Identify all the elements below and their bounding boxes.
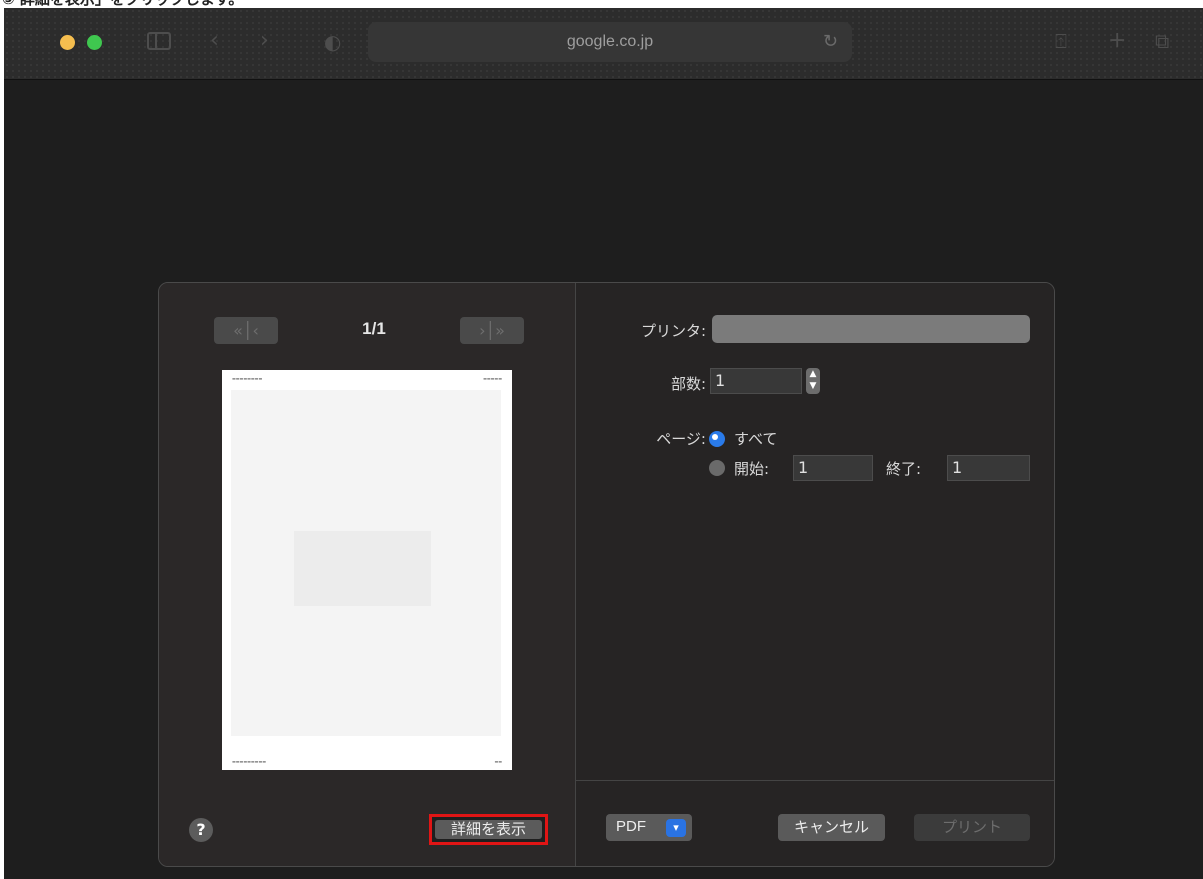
page-preview: ▬▬▬▬▬▬▬▬ ▬▬▬▬▬ ▬▬▬▬▬▬▬▬▬ ▬▬	[222, 370, 512, 770]
preview-content	[231, 390, 501, 736]
share-icon[interactable]: ⍐	[1055, 30, 1067, 52]
copies-stepper[interactable]: ▲ ▼	[806, 368, 820, 394]
show-details-button[interactable]: 詳細を表示	[435, 820, 542, 839]
browser-toolbar: ‹ › ◐ google.co.jp ↻ ⍐ + ⧉	[4, 8, 1203, 80]
address-bar[interactable]: google.co.jp ↻	[368, 22, 852, 62]
url-text: google.co.jp	[566, 33, 654, 50]
preview-pane: «│‹ 1/1 ›│» ▬▬▬▬▬▬▬▬ ▬▬▬▬▬ ▬▬▬▬▬▬▬▬▬ ▬▬ ? …	[159, 283, 576, 866]
new-tab-icon[interactable]: +	[1108, 30, 1126, 52]
pdf-menu-button[interactable]: PDF ▾	[606, 814, 692, 841]
minimize-button[interactable]	[60, 35, 75, 50]
show-details-highlight: 詳細を表示	[429, 814, 548, 845]
printer-label: プリンタ:	[640, 322, 706, 340]
chevron-down-icon: ▾	[666, 819, 686, 837]
cancel-button[interactable]: キャンセル	[778, 814, 885, 841]
forward-icon[interactable]: ›	[260, 30, 269, 52]
page-indicator: 1/1	[362, 319, 386, 338]
first-prev-page-button[interactable]: «│‹	[214, 317, 278, 344]
print-button[interactable]: プリント	[914, 814, 1030, 841]
print-dialog: «│‹ 1/1 ›│» ▬▬▬▬▬▬▬▬ ▬▬▬▬▬ ▬▬▬▬▬▬▬▬▬ ▬▬ ? …	[158, 282, 1055, 867]
preview-image	[294, 531, 431, 606]
copies-label: 部数:	[670, 375, 706, 393]
pdf-label: PDF	[616, 818, 646, 835]
start-label: 開始:	[734, 460, 770, 478]
printer-select[interactable]	[712, 315, 1030, 343]
help-button[interactable]: ?	[189, 818, 213, 842]
pages-all-label: すべて	[734, 430, 778, 448]
reload-icon[interactable]: ↻	[823, 31, 838, 52]
browser-window: ‹ › ◐ google.co.jp ↻ ⍐ + ⧉ «│‹ 1/1 ›│» ▬…	[4, 8, 1203, 879]
zoom-button[interactable]	[87, 35, 102, 50]
sidebar-icon[interactable]	[147, 32, 171, 50]
pages-range-radio[interactable]	[709, 460, 725, 476]
footer-divider	[576, 780, 1054, 781]
preview-header: ▬▬▬▬▬▬▬▬ ▬▬▬▬▬	[232, 376, 502, 381]
end-page-input[interactable]: 1	[947, 455, 1030, 481]
settings-pane: プリンタ: 部数: 1 ▲ ▼ ページ: すべて 開始: 1 終了: 1 PDF …	[576, 283, 1054, 866]
instruction-caption: ⑤ 詳細を表示」をクリックします。	[0, 0, 1203, 8]
start-page-input[interactable]: 1	[793, 455, 873, 481]
pages-all-radio[interactable]	[709, 431, 725, 447]
end-label: 終了:	[886, 460, 922, 478]
preview-footer: ▬▬▬▬▬▬▬▬▬ ▬▬	[232, 759, 502, 764]
next-last-page-button[interactable]: ›│»	[460, 317, 524, 344]
back-icon[interactable]: ‹	[210, 30, 219, 52]
copies-input[interactable]: 1	[710, 368, 802, 394]
pages-label: ページ:	[656, 430, 706, 448]
tab-overview-icon[interactable]: ⧉	[1155, 30, 1169, 52]
privacy-shield-icon[interactable]: ◐	[324, 31, 341, 53]
